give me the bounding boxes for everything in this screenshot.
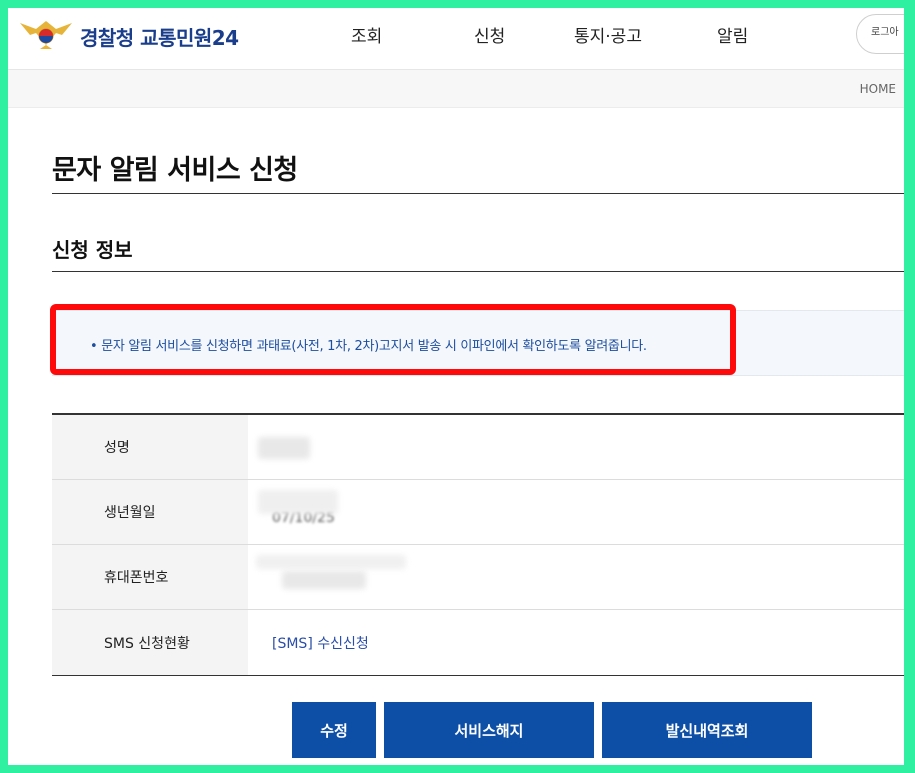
edit-button[interactable]: 수정 — [292, 702, 376, 758]
table-row: 휴대폰번호 — [52, 545, 904, 610]
redacted-name — [258, 437, 310, 459]
redacted-birthdate — [258, 490, 338, 514]
section-title: 신청 정보 — [52, 238, 133, 262]
logo-text: 경찰청 교통민원24 — [80, 25, 239, 50]
page-title: 문자 알림 서비스 신청 — [52, 155, 298, 186]
row-label-name: 성명 — [52, 415, 248, 479]
row-label-phone: 휴대폰번호 — [52, 545, 248, 609]
nav-item-notice[interactable]: 통지·공고 — [574, 22, 642, 47]
row-value-name — [248, 415, 904, 479]
nav-item-alert[interactable]: 알림 — [717, 22, 748, 47]
section-divider — [52, 271, 904, 272]
highlight-annotation — [50, 304, 736, 375]
table-row: SMS 신청현황 [SMS] 수신신청 — [52, 610, 904, 675]
title-divider — [52, 193, 904, 194]
row-label-sms-status: SMS 신청현황 — [52, 610, 248, 675]
redacted-phone — [282, 571, 366, 589]
row-label-birthdate: 생년월일 — [52, 480, 248, 544]
page-frame: 경찰청 교통민원24 조회 신청 통지·공고 알림 로그아 HOME 문자 알림… — [8, 8, 904, 765]
logout-button[interactable]: 로그아 — [856, 14, 904, 54]
table-row: 생년월일 07/10/25 — [52, 480, 904, 545]
row-value-sms-status: [SMS] 수신신청 — [248, 610, 904, 675]
table-row: 성명 — [52, 415, 904, 480]
breadcrumb-bar: HOME — [8, 70, 904, 108]
send-history-button[interactable]: 발신내역조회 — [602, 702, 812, 758]
cancel-service-button[interactable]: 서비스해지 — [384, 702, 594, 758]
redacted-phone-top — [256, 555, 406, 569]
police-emblem-icon — [18, 19, 74, 53]
row-value-birthdate: 07/10/25 — [248, 480, 904, 544]
breadcrumb-home[interactable]: HOME — [860, 82, 896, 96]
site-logo[interactable]: 경찰청 교통민원24 — [18, 18, 239, 54]
nav-item-apply[interactable]: 신청 — [474, 22, 505, 47]
row-value-phone — [248, 545, 904, 609]
info-table: 성명 생년월일 07/10/25 휴대폰번호 SMS 신청현황 [SMS] 수신… — [52, 413, 904, 676]
sms-status-link[interactable]: [SMS] 수신신청 — [272, 633, 369, 653]
site-header: 경찰청 교통민원24 조회 신청 통지·공고 알림 로그아 — [8, 8, 904, 70]
nav-item-inquiry[interactable]: 조회 — [351, 22, 382, 47]
